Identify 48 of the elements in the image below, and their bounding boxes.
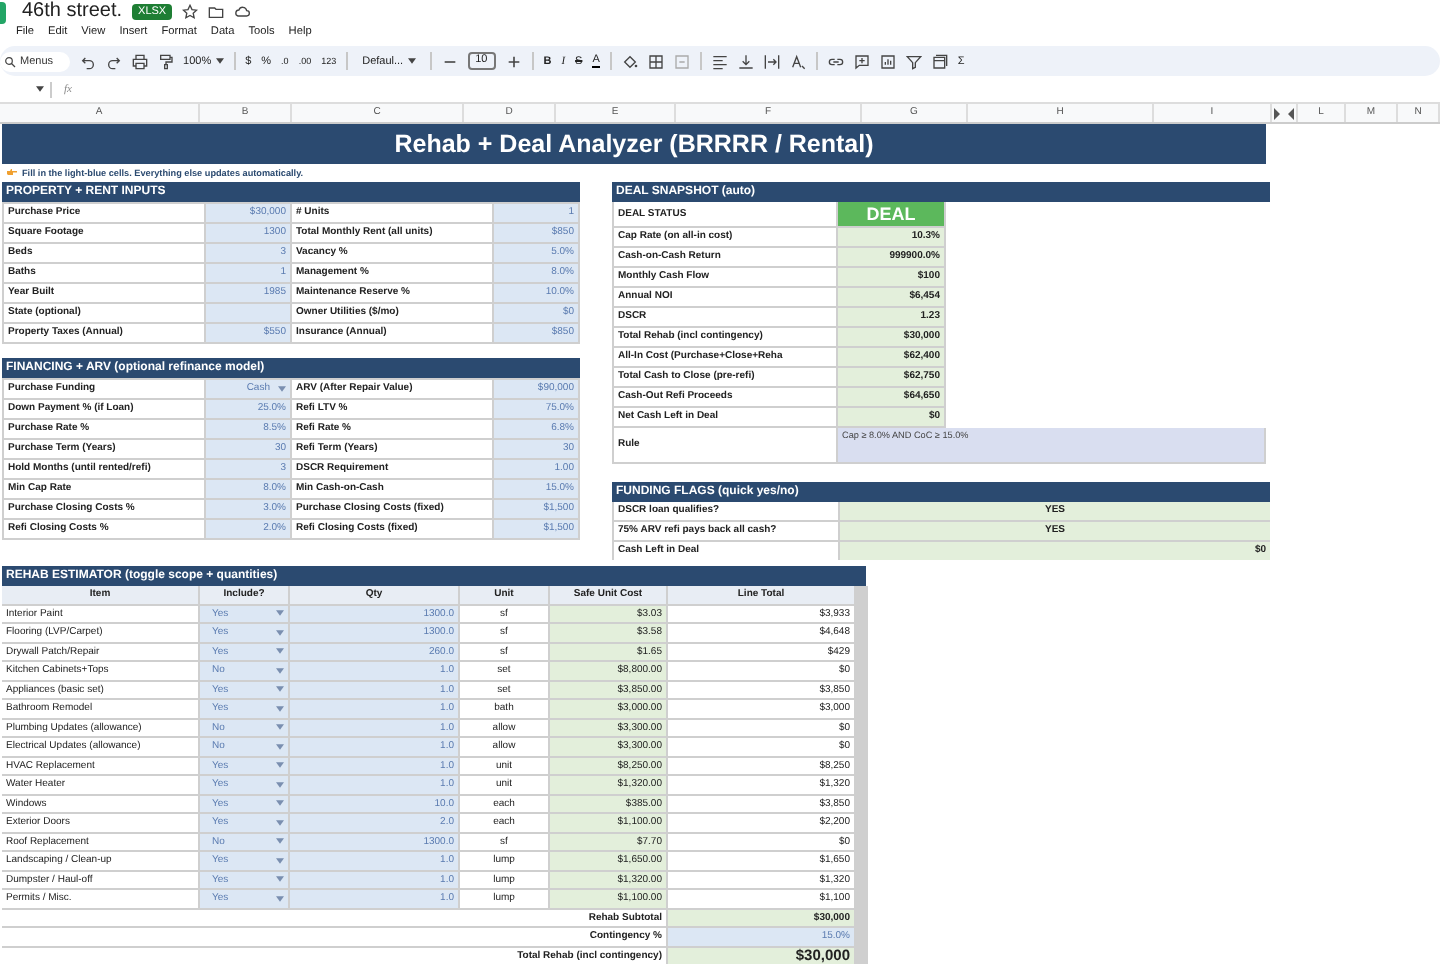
link-icon[interactable] [827,53,844,69]
dropdown-caret-icon[interactable] [276,667,284,674]
caret-icon[interactable] [215,58,224,64]
text-wrap-icon[interactable] [763,53,780,69]
deal-status-cell: DEAL [838,202,946,228]
folder-icon[interactable] [208,4,225,20]
dropdown-caret-icon[interactable] [276,857,284,864]
dropdown-caret-icon[interactable] [276,781,284,788]
dropdown-caret-icon[interactable] [276,762,284,769]
dropdown-caret-icon[interactable] [276,800,284,807]
dropdown-caret-icon[interactable] [276,610,284,617]
sheet-title: Rehab + Deal Analyzer (BRRRR / Rental) [2,124,1266,164]
dropdown-caret-icon[interactable] [276,876,284,883]
caret-icon[interactable] [407,58,416,64]
document-title[interactable]: 46th street. [22,0,123,24]
filter-icon[interactable] [905,53,922,69]
print-icon[interactable] [131,53,148,69]
dropdown-caret-icon[interactable] [276,629,284,636]
undo-icon[interactable] [79,53,96,69]
dropdown-caret-icon[interactable] [276,743,284,750]
merge-cells-icon[interactable] [673,53,690,69]
search-icon [4,55,16,67]
paint-bucket-icon[interactable] [621,53,638,69]
dropdown-caret-icon[interactable] [276,838,284,845]
paint-roller-icon[interactable] [157,53,174,69]
hidden-columns-icon[interactable] [1272,104,1298,122]
pointing-hand-icon [6,168,18,176]
dropdown-caret-icon[interactable] [276,724,284,731]
input-cell[interactable] [206,304,290,322]
vertical-align-icon[interactable] [737,53,754,69]
dropdown-caret-icon[interactable] [276,686,284,693]
dropdown-caret-icon[interactable] [278,386,286,392]
dropdown-caret-icon[interactable] [276,648,284,655]
chart-icon[interactable] [879,53,896,69]
align-left-icon[interactable] [711,53,728,69]
comment-icon[interactable] [853,53,870,69]
cloud-icon[interactable] [234,4,251,20]
table-view-icon[interactable] [931,53,948,69]
plus-icon[interactable] [505,53,522,69]
redo-icon[interactable] [105,53,122,69]
borders-icon[interactable] [647,53,664,69]
logo-icon[interactable] [0,1,6,23]
caret-icon[interactable] [36,86,44,92]
text-rotation-icon[interactable] [789,53,806,69]
star-icon[interactable] [182,4,199,20]
dropdown-caret-icon[interactable] [276,895,284,902]
dropdown-caret-icon[interactable] [276,819,284,826]
dropdown-caret-icon[interactable] [276,705,284,712]
